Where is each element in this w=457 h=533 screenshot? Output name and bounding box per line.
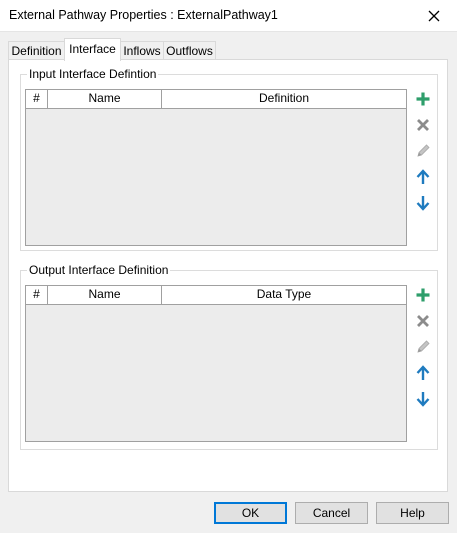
edit-pencil-icon [417, 144, 430, 157]
cancel-button[interactable]: Cancel [295, 502, 368, 524]
output-interface-grid[interactable]: # Name Data Type [25, 285, 407, 442]
move-down-input-button[interactable] [413, 193, 433, 213]
tab-outflows[interactable]: Outflows [163, 41, 216, 60]
output-group-legend: Output Interface Definition [27, 263, 171, 277]
grid-header: # Name Definition [26, 90, 406, 109]
delete-output-button[interactable] [413, 311, 433, 331]
plus-icon [416, 288, 430, 302]
ok-button[interactable]: OK [214, 502, 287, 524]
delete-x-icon [417, 119, 429, 131]
add-output-button[interactable] [413, 285, 433, 305]
move-up-output-button[interactable] [413, 363, 433, 383]
arrow-up-icon [416, 169, 430, 184]
tab-definition[interactable]: Definition [8, 41, 65, 60]
delete-input-button[interactable] [413, 115, 433, 135]
column-header-name[interactable]: Name [48, 286, 162, 304]
column-header-definition[interactable]: Definition [162, 90, 406, 108]
tab-inflows[interactable]: Inflows [120, 41, 164, 60]
move-up-input-button[interactable] [413, 167, 433, 187]
plus-icon [416, 92, 430, 106]
column-header-data-type[interactable]: Data Type [162, 286, 406, 304]
title-bar: External Pathway Properties : ExternalPa… [0, 0, 457, 32]
add-input-button[interactable] [413, 89, 433, 109]
edit-pencil-icon [417, 340, 430, 353]
arrow-down-icon [416, 392, 430, 407]
move-down-output-button[interactable] [413, 389, 433, 409]
input-interface-grid[interactable]: # Name Definition [25, 89, 407, 246]
column-header-number[interactable]: # [26, 90, 48, 108]
close-button[interactable] [411, 0, 457, 31]
edit-input-button[interactable] [413, 141, 433, 161]
column-header-number[interactable]: # [26, 286, 48, 304]
tab-interface[interactable]: Interface [64, 38, 121, 61]
input-group-legend: Input Interface Defintion [27, 67, 159, 81]
column-header-name[interactable]: Name [48, 90, 162, 108]
edit-output-button[interactable] [413, 337, 433, 357]
close-icon [428, 10, 440, 21]
help-button[interactable]: Help [376, 502, 449, 524]
delete-x-icon [417, 315, 429, 327]
arrow-down-icon [416, 196, 430, 211]
grid-header: # Name Data Type [26, 286, 406, 305]
arrow-up-icon [416, 365, 430, 380]
window-title: External Pathway Properties : ExternalPa… [9, 8, 278, 22]
